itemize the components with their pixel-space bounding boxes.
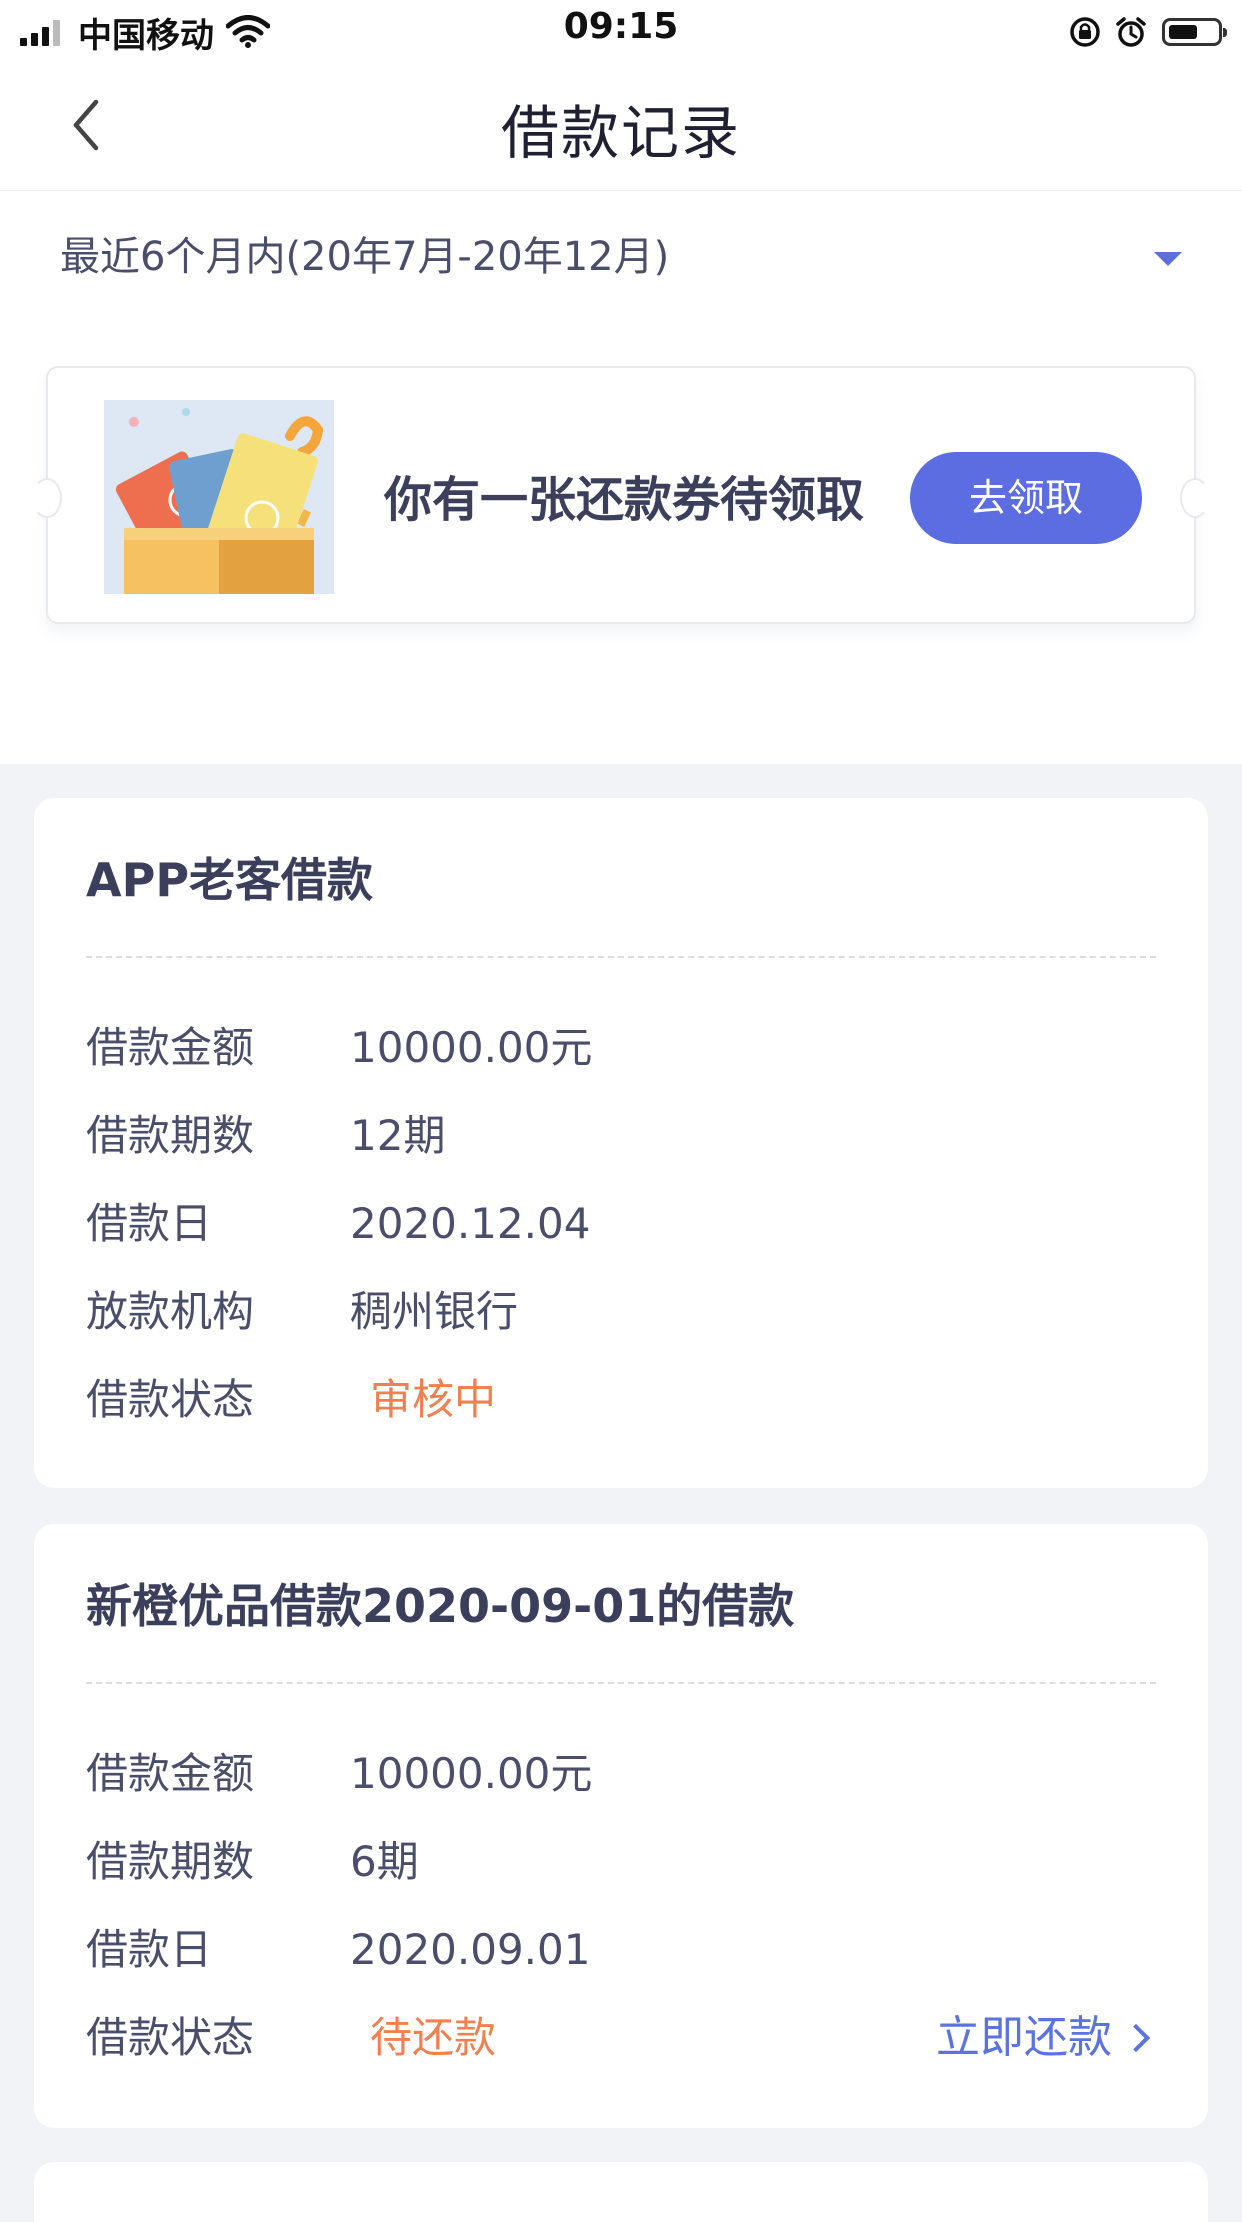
info-value: 2020.12.04 [350,1199,591,1248]
info-value: 10000.00元 [350,1023,593,1072]
loan-title: APP老客借款 [86,853,374,907]
date-range-filter[interactable]: 最近6个月内(20年7月-20年12月) [60,222,1182,292]
info-label: 借款期数 [86,1837,255,1886]
status-right [1068,12,1227,52]
info-row-status: 借款状态 审核中 [86,1370,1156,1430]
info-row-periods: 借款期数 6期 [86,1832,1156,1892]
loan-title: 新橙优品借款2020-09-01的借款 [86,1579,795,1633]
date-range-label: 最近6个月内(20年7月-20年12月) [60,234,670,280]
clock: 09:15 [563,6,679,47]
info-value: 10000.00元 [350,1749,593,1798]
info-label: 借款状态 [86,2013,255,2062]
info-row-lender: 放款机构 稠州银行 [86,1282,1156,1342]
info-row-date: 借款日 2020.09.01 [86,1920,1156,1980]
info-value: 稠州银行 [350,1287,519,1336]
status-bar: 中国移动 09:15 [0,0,1242,62]
info-value: 6期 [350,1837,419,1886]
status-badge: 审核中 [370,1375,497,1424]
ticket-notch-left [32,478,62,518]
dashed-divider [86,956,1156,958]
info-label: 借款状态 [86,1375,255,1424]
info-label: 借款金额 [86,1749,255,1798]
info-value: 2020.09.01 [350,1925,591,1974]
coupon-banner: 你有一张还款券待领取 去领取 [32,366,1210,624]
info-row-amount: 借款金额 10000.00元 [86,1018,1156,1078]
gift-box-illustration [104,400,334,594]
info-row-date: 借款日 2020.12.04 [86,1194,1156,1254]
battery-icon [1162,18,1227,46]
repay-now-link[interactable]: 立即还款 [936,2008,1156,2068]
repay-now-label: 立即还款 [936,2012,1112,2063]
nav-bar: 借款记录 [0,62,1242,191]
alarm-icon [1116,17,1146,47]
info-label: 借款日 [86,1199,213,1248]
info-label: 放款机构 [86,1287,255,1336]
rotation-lock-icon [1070,17,1100,47]
ticket-notch-right [1180,478,1210,518]
battery-fill [1169,25,1197,39]
page-title: 借款记录 [500,99,741,167]
chevron-right-icon [1121,2023,1151,2053]
claim-coupon-button[interactable]: 去领取 [910,452,1142,544]
loan-card[interactable]: 新橙优品借款2020-09-01的借款 借款金额 10000.00元 借款期数 … [34,1524,1208,2128]
caret-down-icon [1154,252,1182,266]
status-badge: 待还款 [370,2013,497,2062]
info-value: 12期 [350,1111,446,1160]
info-row-periods: 借款期数 12期 [86,1106,1156,1166]
info-row-amount: 借款金额 10000.00元 [86,1744,1156,1804]
coupon-message: 你有一张还款券待领取 [384,472,865,528]
info-row-status: 借款状态 待还款 立即还款 [86,2008,1156,2068]
info-label: 借款日 [86,1925,213,1974]
info-label: 借款金额 [86,1023,255,1072]
loan-card-partial[interactable] [34,2162,1208,2222]
dashed-divider [86,1682,1156,1684]
info-label: 借款期数 [86,1111,255,1160]
loan-card[interactable]: APP老客借款 借款金额 10000.00元 借款期数 12期 借款日 2020… [34,798,1208,1488]
